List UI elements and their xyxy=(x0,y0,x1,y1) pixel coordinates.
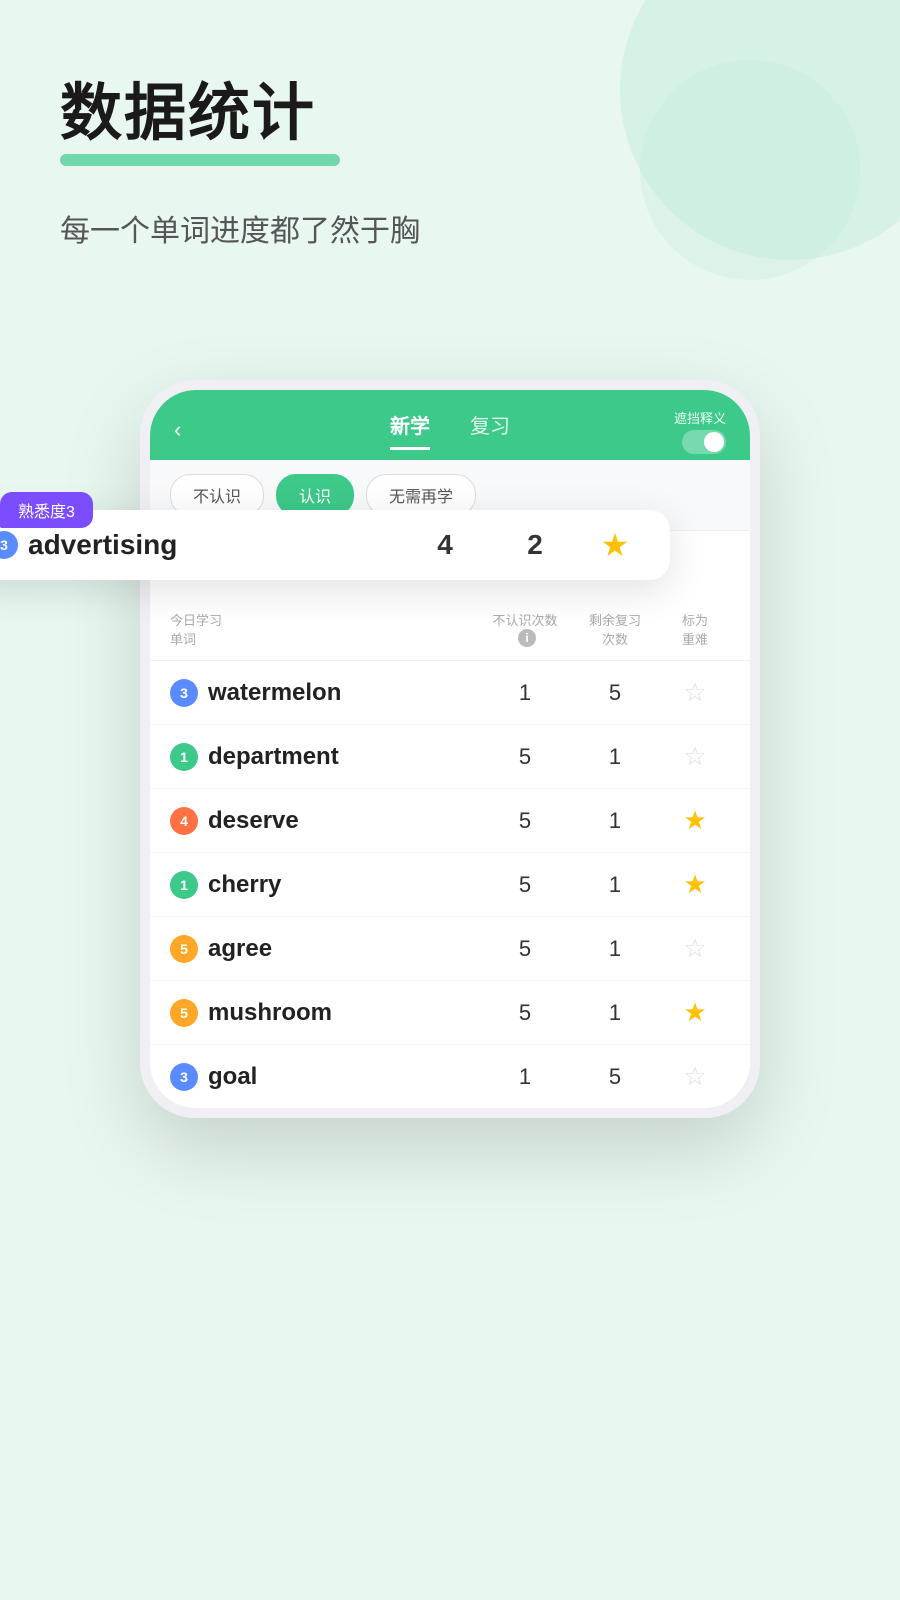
word-label: goal xyxy=(208,1063,257,1091)
count2: 5 xyxy=(570,680,660,706)
count2: 1 xyxy=(570,936,660,962)
word-row: 5 agree 5 1 ☆ xyxy=(150,917,750,981)
count2: 1 xyxy=(570,808,660,834)
featured-count2: 2 xyxy=(490,529,580,561)
familiarity-badge: 熟悉度3 xyxy=(0,492,93,528)
count2: 1 xyxy=(570,1000,660,1026)
toggle-label: 遮挡释义 xyxy=(674,408,726,427)
featured-star[interactable]: ★ xyxy=(580,526,650,564)
word-label: cherry xyxy=(208,871,281,899)
word-row: 1 department 5 1 ☆ xyxy=(150,725,750,789)
featured-level-badge: 3 xyxy=(0,531,18,559)
level-badge: 3 xyxy=(170,679,198,707)
featured-card: 熟悉度3 3 advertising 4 2 ★ xyxy=(0,510,670,580)
col-header-unknown: 不认识次数 i xyxy=(480,610,570,648)
word-label: mushroom xyxy=(208,999,332,1027)
info-icon: i xyxy=(518,629,536,647)
count1: 5 xyxy=(480,872,570,898)
level-badge: 4 xyxy=(170,807,198,835)
toggle-area: 遮挡释义 xyxy=(674,408,726,454)
count1: 1 xyxy=(480,1064,570,1090)
title-underline xyxy=(60,154,340,166)
phone-mockup-wrapper: ‹ 新学 复习 遮挡释义 不认识 认识 无需再学 xyxy=(140,380,760,1118)
subtitle: 每一个单词进度都了然于胸 xyxy=(60,206,840,250)
word-label: watermelon xyxy=(208,679,341,707)
phone-navbar: ‹ 新学 复习 遮挡释义 xyxy=(150,390,750,460)
word-row: 5 mushroom 5 1 ★ xyxy=(150,981,750,1045)
col-header-star: 标为重难 xyxy=(660,610,730,648)
level-badge: 5 xyxy=(170,935,198,963)
word-row: 3 watermelon 1 5 ☆ xyxy=(150,661,750,725)
back-button[interactable]: ‹ xyxy=(174,417,181,443)
word-row: 3 goal 1 5 ☆ xyxy=(150,1045,750,1108)
star-button[interactable]: ★ xyxy=(660,997,730,1028)
toggle-knob xyxy=(704,432,724,452)
star-button[interactable]: ☆ xyxy=(660,677,730,708)
count1: 5 xyxy=(480,1000,570,1026)
level-badge: 1 xyxy=(170,743,198,771)
tab-review[interactable]: 复习 xyxy=(470,410,510,450)
count2: 5 xyxy=(570,1064,660,1090)
star-button[interactable]: ☆ xyxy=(660,933,730,964)
col-header-word: 今日学习单词 xyxy=(170,610,480,648)
level-badge: 3 xyxy=(170,1063,198,1091)
phone-mockup: ‹ 新学 复习 遮挡释义 不认识 认识 无需再学 xyxy=(140,380,760,1118)
count1: 5 xyxy=(480,808,570,834)
phone-inner: ‹ 新学 复习 遮挡释义 不认识 认识 无需再学 xyxy=(150,390,750,1108)
count1: 1 xyxy=(480,680,570,706)
word-label: agree xyxy=(208,935,272,963)
word-row: 1 cherry 5 1 ★ xyxy=(150,853,750,917)
featured-word-row: 3 advertising 4 2 ★ xyxy=(0,510,670,580)
featured-word: advertising xyxy=(28,529,177,561)
word-row: 4 deserve 5 1 ★ xyxy=(150,789,750,853)
featured-count1: 4 xyxy=(400,529,490,561)
word-label: deserve xyxy=(208,807,299,835)
tab-new[interactable]: 新学 xyxy=(390,410,430,450)
count1: 5 xyxy=(480,744,570,770)
star-button[interactable]: ★ xyxy=(660,869,730,900)
page-title: 数据统计 xyxy=(60,80,840,148)
star-button[interactable]: ☆ xyxy=(660,1061,730,1092)
count2: 1 xyxy=(570,744,660,770)
page-header: 数据统计 每一个单词进度都了然于胸 xyxy=(0,0,900,250)
col-header-remaining: 剩余复习次数 xyxy=(570,610,660,648)
word-label: department xyxy=(208,743,339,771)
count1: 5 xyxy=(480,936,570,962)
count2: 1 xyxy=(570,872,660,898)
word-list: 今日学习单词 不认识次数 i 剩余复习次数 标为重难 3 watermelon … xyxy=(150,531,750,1108)
nav-tabs: 新学 复习 xyxy=(390,410,510,450)
level-badge: 5 xyxy=(170,999,198,1027)
level-badge: 1 xyxy=(170,871,198,899)
star-button[interactable]: ☆ xyxy=(660,741,730,772)
toggle-switch[interactable] xyxy=(682,430,726,454)
star-button[interactable]: ★ xyxy=(660,805,730,836)
